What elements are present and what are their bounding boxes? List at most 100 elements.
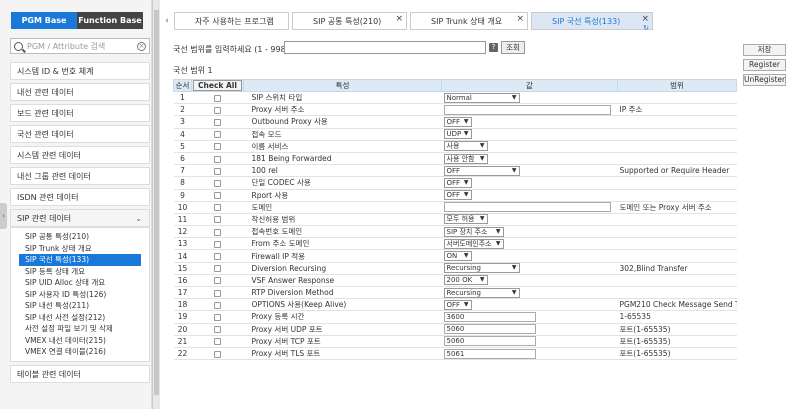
submenu-vmex-table[interactable]: VMEX 연결 테이블(216) bbox=[11, 346, 149, 358]
row-checkbox[interactable] bbox=[214, 301, 221, 309]
submenu-sip-common[interactable]: SIP 공통 특성(210) bbox=[11, 231, 149, 243]
value-input[interactable] bbox=[443, 202, 611, 213]
value-input[interactable]: 5060 bbox=[443, 324, 536, 335]
sidebar-item-isdn[interactable]: ISDN 관련 데이터 bbox=[10, 188, 150, 206]
attribute-name: 도메인 bbox=[243, 201, 442, 214]
submenu-preset-files[interactable]: 사전 설정 파일 보기 및 삭제 bbox=[11, 323, 149, 335]
row-checkbox[interactable] bbox=[214, 338, 221, 346]
row-number: 15 bbox=[173, 262, 192, 275]
sidebar-item-station[interactable]: 내선 관련 데이터 bbox=[10, 83, 150, 101]
sidebar-item-sip-label: SIP 관련 데이터 bbox=[17, 214, 72, 223]
submenu-sip-trunk-status[interactable]: SIP Trunk 상태 개요 bbox=[11, 243, 149, 255]
col-header-range: 범위 bbox=[617, 79, 737, 92]
attribute-value: 5060 bbox=[441, 335, 618, 348]
collapse-handle[interactable]: ‹ bbox=[0, 203, 7, 229]
submenu-vmex-station[interactable]: VMEX 내선 데이터(215) bbox=[11, 335, 149, 347]
sidebar-item-system[interactable]: 시스템 관련 데이터 bbox=[10, 146, 150, 164]
value-select[interactable]: OFF ▼ bbox=[443, 116, 472, 127]
attribute-value: OFF ▼ bbox=[441, 298, 618, 312]
row-checkbox[interactable] bbox=[214, 192, 221, 200]
value-select[interactable]: ON ▼ bbox=[443, 251, 472, 262]
tab-scroll-left-icon[interactable]: ‹ bbox=[160, 12, 174, 30]
tab-sip-trunk-attr[interactable]: SIP 국선 특성(133) × ↻ bbox=[531, 12, 653, 32]
submenu-sip-preset[interactable]: SIP 내선 사전 설정(212) bbox=[11, 312, 149, 324]
value-input[interactable]: 5061 bbox=[443, 348, 536, 359]
row-checkbox[interactable] bbox=[214, 106, 221, 114]
attribute-name: Proxy 서버 주소 bbox=[243, 103, 442, 117]
row-checkbox[interactable] bbox=[214, 350, 221, 358]
close-icon[interactable]: × bbox=[516, 10, 524, 28]
table-row: 9 Rport 사용 OFF ▼ bbox=[173, 189, 737, 202]
submenu-sip-station[interactable]: SIP 내선 특성(211) bbox=[11, 300, 149, 312]
tab-sip-common[interactable]: SIP 공통 특성(210) × bbox=[292, 12, 407, 30]
close-icon[interactable]: × bbox=[395, 10, 403, 28]
value-input[interactable] bbox=[443, 104, 611, 115]
sidebar-item-station-group[interactable]: 내선 그룹 관련 데이터 bbox=[10, 167, 150, 185]
range-input[interactable] bbox=[284, 41, 486, 54]
row-checkbox[interactable] bbox=[214, 240, 221, 248]
sidebar-scrollbar[interactable] bbox=[152, 0, 160, 409]
row-checkbox[interactable] bbox=[214, 143, 221, 151]
scroll-thumb[interactable] bbox=[154, 10, 159, 395]
clear-icon[interactable]: × bbox=[137, 41, 146, 51]
value-select[interactable]: Recursing ▼ bbox=[443, 287, 520, 298]
sidebar-item-trunk[interactable]: 국선 관련 데이터 bbox=[10, 125, 150, 143]
value-select[interactable]: OFF ▼ bbox=[443, 190, 472, 201]
row-checkbox[interactable] bbox=[214, 167, 221, 175]
submenu-sip-trunk-attr[interactable]: SIP 국선 특성(133) bbox=[19, 254, 141, 266]
value-select[interactable]: SIP 장치 주소 ▼ bbox=[443, 226, 504, 237]
tab-sip-trunk-status[interactable]: SIP Trunk 상태 개요 × bbox=[410, 12, 528, 30]
value-select[interactable]: Normal ▼ bbox=[443, 92, 520, 103]
row-checkbox[interactable] bbox=[214, 326, 221, 334]
lookup-button[interactable]: 조회 bbox=[501, 41, 525, 54]
value-input[interactable]: 3600 bbox=[443, 311, 536, 322]
submenu-sip-uid-alloc[interactable]: SIP UID Alloc 상태 개요 bbox=[11, 277, 149, 289]
attribute-value: OFF ▼ bbox=[441, 164, 618, 178]
sidebar-item-board[interactable]: 보드 관련 데이터 bbox=[10, 104, 150, 122]
value-input[interactable]: 5060 bbox=[443, 336, 536, 347]
value-select[interactable]: Recursing ▼ bbox=[443, 263, 520, 274]
value-select[interactable]: 서버도메인주소 ▼ bbox=[443, 238, 504, 249]
row-checkbox[interactable] bbox=[214, 155, 221, 163]
value-select[interactable]: 사용 안함 ▼ bbox=[443, 153, 488, 164]
row-checkbox[interactable] bbox=[214, 204, 221, 212]
sidebar-item-system-id[interactable]: 시스템 ID & 번호 체계 bbox=[10, 62, 150, 80]
value-select[interactable]: 모두 허용 ▼ bbox=[443, 214, 488, 225]
attribute-name: 접속번호 도메인 bbox=[243, 225, 442, 239]
row-checkbox[interactable] bbox=[214, 277, 221, 285]
value-select[interactable]: OFF ▼ bbox=[443, 299, 472, 310]
tab-sip-common-label: SIP 공통 특성(210) bbox=[313, 17, 382, 26]
help-icon[interactable]: ? bbox=[489, 43, 498, 52]
tab-pgm-base[interactable]: PGM Base bbox=[11, 12, 77, 29]
check-all-button[interactable]: Check All bbox=[193, 80, 242, 91]
row-checkbox[interactable] bbox=[214, 313, 221, 321]
save-button[interactable]: 저장 bbox=[743, 44, 786, 56]
search-input[interactable]: PGM / Attribute 검색 × bbox=[10, 38, 150, 54]
row-checkbox[interactable] bbox=[214, 179, 221, 187]
row-checkbox[interactable] bbox=[214, 289, 221, 297]
value-select[interactable]: OFF ▼ bbox=[443, 165, 520, 176]
row-checkbox[interactable] bbox=[214, 253, 221, 261]
unregister-button[interactable]: UnRegister bbox=[743, 74, 786, 86]
value-select[interactable]: 사용 ▼ bbox=[443, 141, 488, 152]
value-select[interactable]: OFF ▼ bbox=[443, 177, 472, 188]
row-checkbox[interactable] bbox=[214, 94, 221, 102]
sidebar-item-sip[interactable]: SIP 관련 데이터 ⌄ bbox=[10, 209, 150, 227]
row-checkbox-cell bbox=[191, 103, 244, 117]
sidebar-item-table[interactable]: 테이블 관련 데이터 bbox=[10, 364, 150, 383]
row-checkbox[interactable] bbox=[214, 118, 221, 126]
attribute-name: 181 Being Forwarded bbox=[243, 152, 442, 166]
value-select[interactable]: 200 OK ▼ bbox=[443, 275, 488, 286]
tab-function-base[interactable]: Function Base bbox=[77, 12, 143, 29]
row-checkbox[interactable] bbox=[214, 216, 221, 224]
submenu-sip-user-id[interactable]: SIP 사용자 ID 특성(126) bbox=[11, 289, 149, 301]
refresh-icon[interactable]: ↻ bbox=[643, 19, 649, 37]
row-checkbox-cell bbox=[191, 115, 244, 129]
value-select[interactable]: UDP ▼ bbox=[443, 129, 472, 140]
row-checkbox[interactable] bbox=[214, 265, 221, 273]
submenu-sip-reg-status[interactable]: SIP 등록 상태 개요 bbox=[11, 266, 149, 278]
row-checkbox[interactable] bbox=[214, 228, 221, 236]
row-checkbox[interactable] bbox=[214, 131, 221, 139]
register-button[interactable]: Register bbox=[743, 59, 786, 71]
tab-favorites[interactable]: 자주 사용하는 프로그램 bbox=[174, 12, 289, 30]
